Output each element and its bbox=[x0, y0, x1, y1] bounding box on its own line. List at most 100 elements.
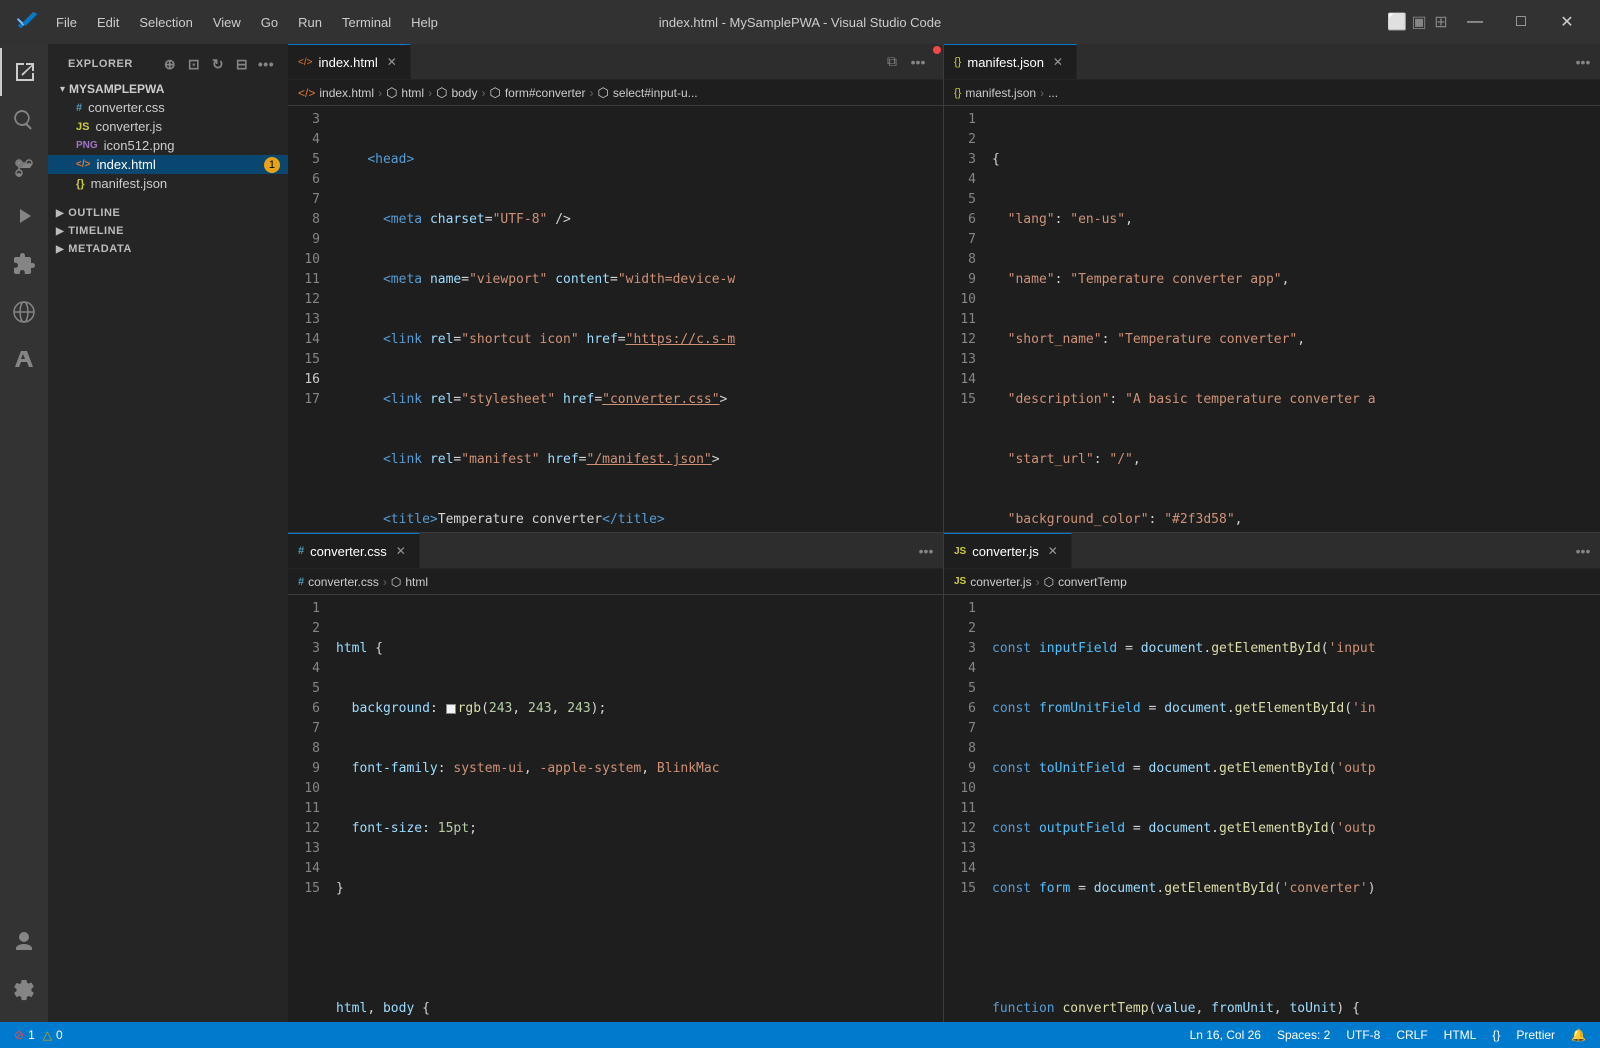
js-breadcrumb-fn[interactable]: convertTemp bbox=[1058, 575, 1127, 589]
close-js-tab[interactable]: ✕ bbox=[1045, 543, 1061, 559]
activity-extensions[interactable] bbox=[0, 240, 48, 288]
css-more-actions[interactable]: ••• bbox=[915, 540, 937, 562]
status-encoding[interactable]: UTF-8 bbox=[1338, 1022, 1388, 1048]
timeline-section[interactable]: ▶ TIMELINE bbox=[48, 221, 288, 239]
css-breadcrumb-selector-icon: ⬡ bbox=[391, 575, 401, 589]
breadcrumb-html-icon: ⬡ bbox=[386, 85, 397, 101]
breadcrumb-item-4[interactable]: form#converter bbox=[505, 86, 586, 100]
manifest-breadcrumb-ellipsis[interactable]: ... bbox=[1048, 86, 1058, 100]
css-code: html { background: rgb(243, 243, 243); f… bbox=[328, 595, 943, 1022]
breadcrumb-select-icon: ⬡ bbox=[598, 85, 609, 101]
editor-panel-index-html: </> index.html ✕ ⧉ ••• </> index.html bbox=[288, 44, 944, 533]
warning-triangle-icon: △ bbox=[43, 1028, 52, 1042]
tab-json-icon: {} bbox=[954, 56, 961, 68]
menu-go[interactable]: Go bbox=[251, 0, 288, 44]
tab-converter-css[interactable]: # converter.css ✕ bbox=[288, 533, 420, 568]
layout-toggle-2[interactable]: ▣ bbox=[1408, 11, 1430, 33]
manifest-code: { "lang": "en-us", "name": "Temperature … bbox=[984, 106, 1600, 532]
status-spaces[interactable]: Spaces: 2 bbox=[1269, 1022, 1338, 1048]
js-breadcrumb-file[interactable]: converter.js bbox=[970, 575, 1031, 589]
bell-icon: 🔔 bbox=[1571, 1028, 1586, 1042]
status-format[interactable]: {} bbox=[1484, 1022, 1508, 1048]
breadcrumb-item-2[interactable]: html bbox=[401, 86, 424, 100]
refresh-icon[interactable]: ↻ bbox=[208, 54, 228, 74]
activity-test[interactable] bbox=[0, 336, 48, 384]
layout-toggle-3[interactable]: ⊞ bbox=[1430, 11, 1452, 33]
activity-accounts[interactable] bbox=[0, 918, 48, 966]
js-code: const inputField = document.getElementBy… bbox=[984, 595, 1600, 1022]
manifest-breadcrumb-file[interactable]: manifest.json bbox=[965, 86, 1036, 100]
file-manifest-json[interactable]: {} manifest.json bbox=[48, 174, 288, 193]
close-css-tab[interactable]: ✕ bbox=[393, 543, 409, 559]
activity-source-control[interactable] bbox=[0, 144, 48, 192]
manifest-breadcrumb: {} manifest.json › ... bbox=[944, 80, 1600, 106]
more-actions-icon[interactable]: ••• bbox=[907, 51, 929, 73]
status-position[interactable]: Ln 16, Col 26 bbox=[1182, 1022, 1269, 1048]
tab-html-icon: </> bbox=[298, 57, 312, 68]
tab-index-html[interactable]: </> index.html ✕ bbox=[288, 44, 411, 79]
new-file-icon[interactable]: ⊕ bbox=[160, 54, 180, 74]
css-editor[interactable]: 1 2 3 4 5 6 7 8 9 10 11 12 13 14 bbox=[288, 595, 943, 1022]
index-html-editor[interactable]: 3 4 5 6 7 8 9 10 11 12 13 14 15 16 bbox=[288, 106, 943, 532]
converter-css-tabs: # converter.css ✕ ••• bbox=[288, 533, 943, 569]
js-fn-icon: ⬡ bbox=[1044, 575, 1054, 589]
css-breadcrumb-file[interactable]: converter.css bbox=[308, 575, 379, 589]
breadcrumb-item-3[interactable]: body bbox=[451, 86, 477, 100]
split-editor-icon[interactable]: ⧉ bbox=[881, 51, 903, 73]
menu-help[interactable]: Help bbox=[401, 0, 448, 44]
close-manifest-tab[interactable]: ✕ bbox=[1050, 54, 1066, 70]
tab-converter-js[interactable]: JS converter.js ✕ bbox=[944, 533, 1072, 568]
activity-settings[interactable] bbox=[0, 966, 48, 1014]
close-button[interactable]: ✕ bbox=[1544, 0, 1590, 44]
css-breadcrumb-selector[interactable]: html bbox=[405, 575, 428, 589]
activity-explorer[interactable] bbox=[0, 48, 48, 96]
activity-remote[interactable] bbox=[0, 288, 48, 336]
file-converter-js[interactable]: JS converter.js bbox=[48, 117, 288, 136]
maximize-button[interactable]: □ bbox=[1498, 0, 1544, 44]
menu-view[interactable]: View bbox=[203, 0, 251, 44]
menu-run[interactable]: Run bbox=[288, 0, 332, 44]
js-file-icon: JS bbox=[76, 121, 89, 133]
breadcrumb-item-1[interactable]: index.html bbox=[319, 86, 374, 100]
js-more-actions[interactable]: ••• bbox=[1572, 540, 1594, 562]
index-html-code: <head> <meta charset="UTF-8" /> <meta na… bbox=[328, 106, 943, 532]
minimize-button[interactable]: — bbox=[1452, 0, 1498, 44]
breadcrumb-item-5[interactable]: select#input-u... bbox=[613, 86, 698, 100]
collapse-icon[interactable]: ⊟ bbox=[232, 54, 252, 74]
more-options-icon[interactable]: ••• bbox=[256, 54, 276, 74]
folder-mysamplepwa[interactable]: ▾ MYSAMPLEPWA bbox=[48, 80, 288, 98]
status-language[interactable]: HTML bbox=[1436, 1022, 1485, 1048]
status-errors[interactable]: ⊘ 1 △ 0 bbox=[6, 1022, 71, 1048]
layout-toggle-1[interactable]: ⬜ bbox=[1386, 11, 1408, 33]
index-html-tabs: </> index.html ✕ ⧉ ••• bbox=[288, 44, 943, 80]
error-indicator bbox=[933, 46, 941, 54]
editor-area: </> index.html ✕ ⧉ ••• </> index.html bbox=[288, 44, 1600, 1022]
window-title: index.html - MySamplePWA - Visual Studio… bbox=[659, 15, 942, 30]
metadata-section[interactable]: ▶ METADATA bbox=[48, 239, 288, 257]
menu-file[interactable]: File bbox=[46, 0, 87, 44]
close-index-html-tab[interactable]: ✕ bbox=[384, 54, 400, 70]
manifest-line-numbers: 1 2 3 4 5 6 7 8 9 10 11 12 13 14 bbox=[944, 106, 984, 532]
menu-terminal[interactable]: Terminal bbox=[332, 0, 401, 44]
new-folder-icon[interactable]: ⊡ bbox=[184, 54, 204, 74]
css-file-icon: # bbox=[76, 102, 82, 114]
manifest-more-actions[interactable]: ••• bbox=[1572, 51, 1594, 73]
breadcrumb-file[interactable]: </> bbox=[298, 86, 315, 100]
file-converter-css[interactable]: # converter.css bbox=[48, 98, 288, 117]
html-file-icon: </> bbox=[76, 159, 90, 170]
status-prettier[interactable]: Prettier bbox=[1508, 1022, 1563, 1048]
status-eol[interactable]: CRLF bbox=[1388, 1022, 1435, 1048]
outline-section[interactable]: ▶ OUTLINE bbox=[48, 203, 288, 221]
tab-manifest-json[interactable]: {} manifest.json ✕ bbox=[944, 44, 1077, 79]
js-editor[interactable]: 1 2 3 4 5 6 7 8 9 10 11 12 13 14 bbox=[944, 595, 1600, 1022]
file-icon512-png[interactable]: PNG icon512.png bbox=[48, 136, 288, 155]
menu-edit[interactable]: Edit bbox=[87, 0, 129, 44]
status-notifications[interactable]: 🔔 bbox=[1563, 1022, 1594, 1048]
png-file-icon: PNG bbox=[76, 140, 98, 151]
manifest-json-editor[interactable]: 1 2 3 4 5 6 7 8 9 10 11 12 13 14 bbox=[944, 106, 1600, 532]
menu-selection[interactable]: Selection bbox=[129, 0, 202, 44]
tab-css-icon: # bbox=[298, 545, 304, 557]
file-index-html[interactable]: </> index.html 1 bbox=[48, 155, 288, 174]
activity-search[interactable] bbox=[0, 96, 48, 144]
activity-run-debug[interactable] bbox=[0, 192, 48, 240]
